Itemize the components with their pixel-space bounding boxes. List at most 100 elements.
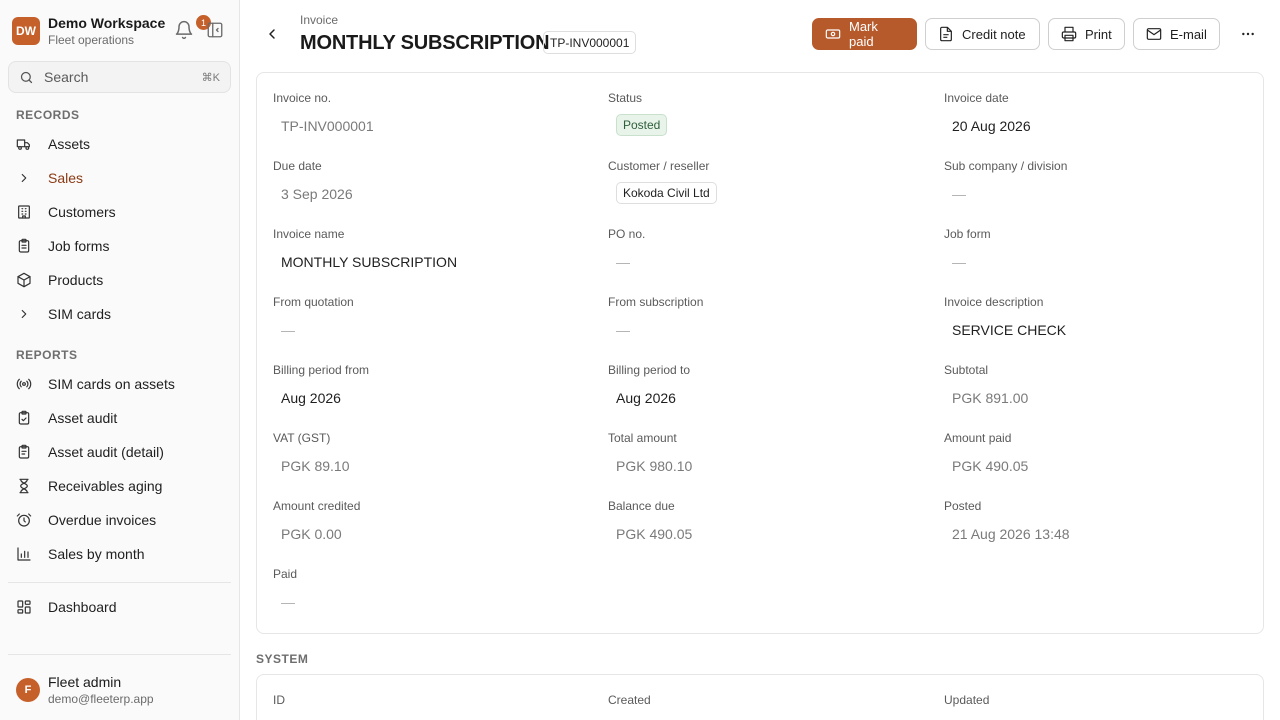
sidebar-item-label: Job forms xyxy=(48,238,110,254)
sidebar-item-label: Asset audit (detail) xyxy=(48,444,164,460)
sidebar-item-label: Asset audit xyxy=(48,410,118,426)
package-icon xyxy=(16,272,32,288)
sidebar-item-sales-by-month[interactable]: Sales by month xyxy=(8,539,231,569)
field-value: 20 Aug 2026 xyxy=(952,118,1031,134)
field-customer: Customer / reseller Kokoda Civil Ltd xyxy=(608,159,928,204)
mark-paid-button[interactable]: Mark paid xyxy=(812,18,917,50)
field-value: 3 Sep 2026 xyxy=(281,186,353,202)
sidebar-item-products[interactable]: Products xyxy=(8,265,231,295)
field-label: Invoice description xyxy=(944,295,1044,309)
field-label: Amount paid xyxy=(944,431,1012,445)
sidebar-item-label: Overdue invoices xyxy=(48,512,157,528)
field-value: — xyxy=(952,186,966,202)
workspace-subtitle: Fleet operations xyxy=(48,33,135,47)
field-label: Invoice date xyxy=(944,91,1009,105)
user-menu[interactable]: F Fleet admin demo@fleeterp.app xyxy=(16,670,226,710)
sidebar-collapse-icon[interactable] xyxy=(206,21,224,39)
email-button[interactable]: E-mail xyxy=(1133,18,1220,50)
customer-link[interactable]: Kokoda Civil Ltd xyxy=(616,182,717,204)
sidebar-item-assets[interactable]: Assets xyxy=(8,129,231,159)
sidebar-item-dashboard[interactable]: Dashboard xyxy=(8,592,231,622)
field-label: Sub company / division xyxy=(944,159,1068,173)
dashboard-icon xyxy=(16,599,32,615)
email-label: E-mail xyxy=(1170,26,1207,42)
sidebar-item-receivables-aging[interactable]: Receivables aging xyxy=(8,471,231,501)
field-value: Aug 2026 xyxy=(281,390,341,406)
sidebar-item-job-forms[interactable]: Job forms xyxy=(8,231,231,261)
sidebar-item-sales[interactable]: Sales xyxy=(8,163,231,193)
sidebar-item-asset-audit-detail[interactable]: Asset audit (detail) xyxy=(8,437,231,467)
hourglass-icon xyxy=(16,478,32,494)
field-label: Balance due xyxy=(608,499,675,513)
field-value: — xyxy=(952,254,966,270)
field-billing-from: Billing period from Aug 2026 xyxy=(273,363,593,410)
status-badge: Posted xyxy=(616,114,668,136)
field-from-quotation: From quotation — xyxy=(273,295,593,342)
field-balance-due: Balance due PGK 490.05 xyxy=(608,499,928,546)
clipboard-list-icon xyxy=(16,444,32,460)
field-label: Posted xyxy=(944,499,982,513)
printer-icon xyxy=(1061,26,1077,42)
sidebar-item-sim-cards-on-assets[interactable]: SIM cards on assets xyxy=(8,369,231,399)
field-label: Amount credited xyxy=(273,499,361,513)
field-subtotal: Subtotal PGK 891.00 xyxy=(944,363,1264,410)
field-value: — xyxy=(281,322,295,338)
back-button[interactable] xyxy=(263,25,281,43)
field-paid: Paid — xyxy=(273,567,593,614)
system-updated-label: Updated xyxy=(944,693,990,707)
field-from-subscription: From subscription — xyxy=(608,295,928,342)
mail-icon xyxy=(1146,28,1162,40)
invoice-details-card: Invoice no. TP-INV000001 Status Posted I… xyxy=(256,72,1264,634)
field-posted: Posted 21 Aug 2026 13:48 xyxy=(944,499,1264,546)
search-input[interactable]: Search ⌘K xyxy=(8,61,231,93)
breadcrumb[interactable]: Invoice xyxy=(300,13,338,27)
field-value: 21 Aug 2026 13:48 xyxy=(952,526,1070,542)
credit-note-button[interactable]: Credit note xyxy=(925,18,1040,50)
print-button[interactable]: Print xyxy=(1048,18,1125,50)
chevron-left-icon xyxy=(269,29,275,39)
sidebar-item-overdue-invoices[interactable]: Overdue invoices xyxy=(8,505,231,535)
page-title: MONTHLY SUBSCRIPTION xyxy=(300,32,550,54)
system-card: ID Created Updated xyxy=(256,674,1264,720)
field-label: Billing period to xyxy=(608,363,691,377)
field-value: — xyxy=(616,254,630,270)
search-shortcut: ⌘K xyxy=(201,71,220,84)
field-due-date: Due date 3 Sep 2026 xyxy=(273,159,593,206)
field-label: Invoice no. xyxy=(273,91,332,105)
field-value: — xyxy=(281,594,295,610)
sidebar-item-label: Dashboard xyxy=(48,599,117,615)
print-label: Print xyxy=(1085,26,1112,42)
field-label: Invoice name xyxy=(273,227,345,241)
field-vat: VAT (GST) PGK 89.10 xyxy=(273,431,593,478)
bar-chart-icon xyxy=(16,546,32,562)
records-section-label: RECORDS xyxy=(16,108,80,122)
chevron-right-icon xyxy=(16,306,32,322)
signal-icon xyxy=(16,376,32,392)
sidebar-item-asset-audit[interactable]: Asset audit xyxy=(8,403,231,433)
avatar: F xyxy=(16,678,40,702)
field-invoice-no: Invoice no. TP-INV000001 xyxy=(273,91,593,138)
search-placeholder: Search xyxy=(44,69,89,85)
field-value: MONTHLY SUBSCRIPTION xyxy=(281,254,458,270)
field-po-no: PO no. — xyxy=(608,227,928,274)
bell-icon[interactable] xyxy=(174,20,194,40)
reports-section-label: REPORTS xyxy=(16,348,78,362)
search-icon xyxy=(20,71,33,83)
user-email: demo@fleeterp.app xyxy=(48,692,154,706)
field-value: Aug 2026 xyxy=(616,390,676,406)
building-icon xyxy=(16,204,32,220)
sidebar-item-label: Sales xyxy=(48,170,84,186)
field-label: Job form xyxy=(944,227,991,241)
banknote-icon xyxy=(825,29,841,39)
sidebar-divider xyxy=(8,582,231,583)
sidebar-item-customers[interactable]: Customers xyxy=(8,197,231,227)
field-amount-credited: Amount credited PGK 0.00 xyxy=(273,499,593,546)
sidebar-item-sim-cards[interactable]: SIM cards xyxy=(8,299,231,329)
field-value: PGK 490.05 xyxy=(616,526,693,542)
workspace-switcher[interactable]: DW Demo Workspace Fleet operations 1 xyxy=(12,14,228,48)
system-id-label: ID xyxy=(273,693,285,707)
more-options-icon[interactable] xyxy=(1238,24,1258,44)
clipboard-icon xyxy=(16,238,32,254)
sidebar-item-label: Assets xyxy=(48,136,91,152)
field-value: SERVICE CHECK xyxy=(952,322,1067,338)
